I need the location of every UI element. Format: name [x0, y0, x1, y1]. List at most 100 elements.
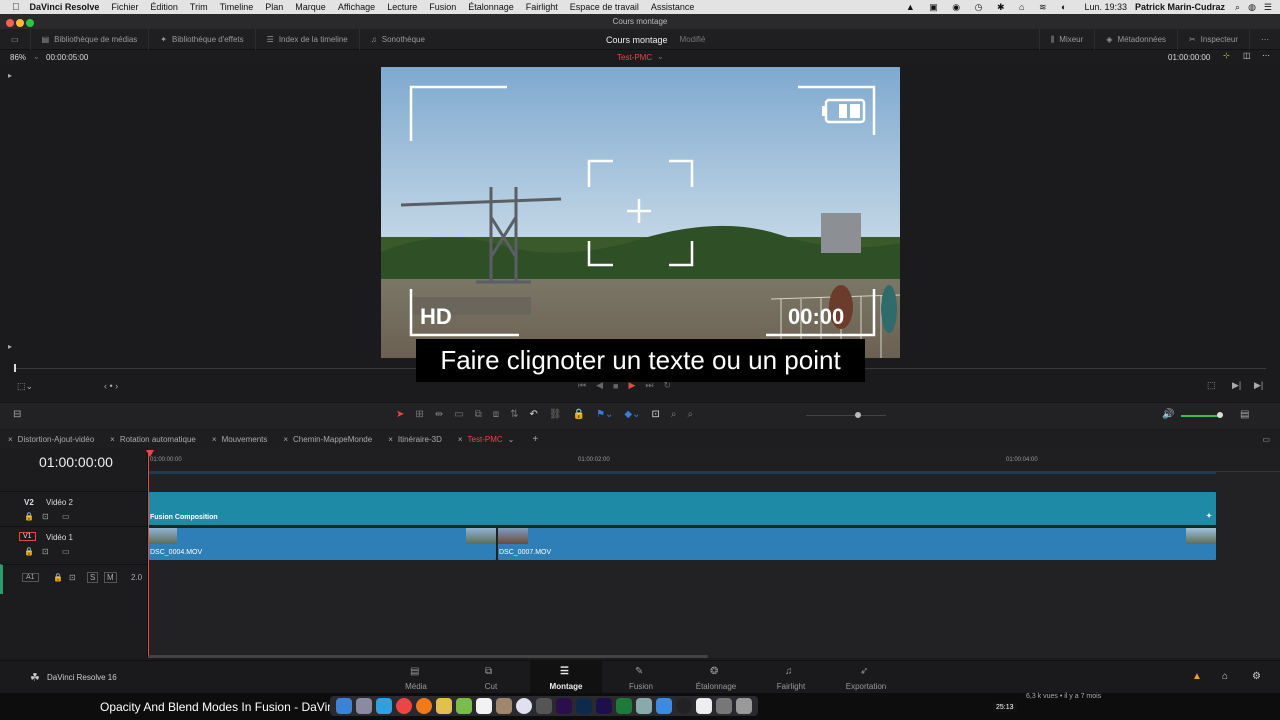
- menu-assistance[interactable]: Assistance: [651, 2, 695, 12]
- blade-tool-icon[interactable]: ▭: [454, 409, 463, 420]
- home-icon[interactable]: ⌂: [1222, 671, 1228, 682]
- apple-icon[interactable]: : [12, 2, 20, 13]
- app-store-icon[interactable]: [656, 698, 672, 714]
- photoshop-icon[interactable]: [576, 698, 592, 714]
- launchpad-icon[interactable]: [356, 698, 372, 714]
- video-clip[interactable]: DSC_0007.MOV: [498, 528, 1216, 560]
- finder-icon[interactable]: [336, 698, 352, 714]
- tab-test-pmc[interactable]: × Test-PMC ⌄: [450, 430, 523, 448]
- close-tab-icon[interactable]: ×: [458, 435, 463, 444]
- marker-icon[interactable]: ◆⌄: [624, 409, 640, 420]
- page-fusion[interactable]: ✎ Fusion: [621, 661, 661, 694]
- track-header-v2[interactable]: V2 Vidéo 2 🔒 ⊡ ▭: [0, 491, 148, 525]
- after-effects-icon[interactable]: [596, 698, 612, 714]
- tab-chemin-mappemonde[interactable]: × Chemin-MappeMonde: [275, 430, 380, 448]
- davinci-dock-icon[interactable]: [536, 698, 552, 714]
- fusion-composition-clip[interactable]: Fusion Composition ✦: [149, 492, 1216, 525]
- track-lock-icon[interactable]: 🔒: [24, 547, 34, 556]
- add-tab-icon[interactable]: +: [532, 434, 538, 445]
- menu-edition[interactable]: Édition: [150, 2, 178, 12]
- menu-fusion[interactable]: Fusion: [429, 2, 456, 12]
- menu-trim[interactable]: Trim: [190, 2, 208, 12]
- tab-distortion-ajout-video[interactable]: × Distortion-Ajout-vidéo: [0, 430, 102, 448]
- itunes-icon[interactable]: [516, 698, 532, 714]
- effects-library-button[interactable]: ✦ Bibliothèque d'effets: [149, 28, 256, 50]
- auto-select-icon[interactable]: ⊡: [42, 547, 49, 556]
- metadata-button[interactable]: ◈ Métadonnées: [1095, 29, 1178, 50]
- excel-icon[interactable]: [616, 698, 632, 714]
- timeline-chevron-icon[interactable]: ⌄: [657, 52, 664, 61]
- zoom-full-icon[interactable]: ⊡: [652, 409, 660, 420]
- volume-slider[interactable]: [1181, 415, 1219, 417]
- notes-icon[interactable]: [436, 698, 452, 714]
- zoom-slider-handle[interactable]: [855, 412, 861, 418]
- close-tab-icon[interactable]: ×: [388, 435, 393, 444]
- page-cut[interactable]: ⧉ Cut: [471, 661, 511, 694]
- page-edit[interactable]: ☰ Montage: [530, 661, 602, 694]
- menu-etalonnage[interactable]: Étalonnage: [468, 2, 514, 12]
- minimize-window-icon[interactable]: [16, 19, 25, 27]
- left-panel-toggle-icon[interactable]: ▸: [8, 71, 12, 80]
- close-window-icon[interactable]: [6, 19, 14, 27]
- scrubber-playhead[interactable]: [14, 364, 16, 372]
- track-header-v1[interactable]: V1 Vidéo 1 🔒 ⊡ ▭: [0, 526, 148, 560]
- snapping-icon[interactable]: ↶: [530, 409, 538, 420]
- track-header-a1[interactable]: A1 🔒 ⊡ S M 2.0: [0, 564, 148, 594]
- viewer-options-icon[interactable]: ⋯: [1262, 51, 1270, 60]
- split-view-icon[interactable]: ◫: [1243, 51, 1251, 60]
- tab-chevron-icon[interactable]: ⌄: [508, 435, 515, 444]
- menu-timeline[interactable]: Timeline: [220, 2, 254, 12]
- page-deliver[interactable]: ➶ Exportation: [840, 661, 892, 694]
- media-pool-button[interactable]: ▤ Bibliothèque de médias: [31, 28, 150, 50]
- system-prefs-icon[interactable]: [716, 698, 732, 714]
- zoom-chevron-icon[interactable]: ⌄: [33, 52, 40, 61]
- auto-select-icon[interactable]: ⊡: [69, 573, 76, 582]
- menu-plan[interactable]: Plan: [265, 2, 283, 12]
- volume-handle[interactable]: [1217, 412, 1223, 418]
- zoom-level[interactable]: 86%: [10, 53, 26, 62]
- track-name[interactable]: Vidéo 1: [46, 533, 73, 542]
- menu-affichage[interactable]: Affichage: [338, 2, 375, 12]
- last-frame-icon[interactable]: ▶|: [1254, 380, 1263, 391]
- mixer-button[interactable]: ⫼ Mixeur: [1038, 29, 1096, 50]
- video-clip[interactable]: DSC_0004.MOV: [149, 528, 496, 560]
- track-name[interactable]: Vidéo 2: [46, 498, 73, 507]
- page-fairlight[interactable]: ♫ Fairlight: [771, 661, 811, 694]
- video-title[interactable]: Opacity And Blend Modes In Fusion - DaVi…: [100, 700, 343, 714]
- status-icons[interactable]: ▲ ▣ ◉ ◷ ✱ ⌂ ≋ ◐: [906, 2, 1073, 13]
- track-visibility-icon[interactable]: ▭: [62, 512, 70, 521]
- auto-select-icon[interactable]: ⊡: [42, 512, 49, 521]
- timeline-view-options-icon[interactable]: ⊟: [13, 409, 21, 420]
- menu-marque[interactable]: Marque: [295, 2, 326, 12]
- timeline-name[interactable]: Test-PMC: [617, 53, 652, 62]
- zoom-window-icon[interactable]: [26, 19, 35, 27]
- page-media[interactable]: ▤ Média: [396, 661, 436, 694]
- tab-mouvements[interactable]: × Mouvements: [204, 430, 275, 448]
- timeline-index-button[interactable]: ☰ Index de la timeline: [256, 28, 360, 50]
- selection-tool-icon[interactable]: ➤: [396, 409, 404, 420]
- app-menu[interactable]: DaVinci Resolve: [30, 2, 100, 12]
- more-options-icon[interactable]: ⋯: [1250, 29, 1280, 50]
- inspector-button[interactable]: ✂ Inspecteur: [1178, 29, 1250, 50]
- settings-gear-icon[interactable]: ⚙: [1252, 671, 1261, 682]
- spotlight-icon[interactable]: ⌕: [1235, 2, 1240, 13]
- replace-clip-icon[interactable]: ⇅: [510, 409, 518, 420]
- lock-icon[interactable]: 🔒: [573, 409, 585, 420]
- trash-icon[interactable]: [736, 698, 752, 714]
- viewer-mode-icon[interactable]: ⬚⌄: [17, 381, 33, 392]
- close-tab-icon[interactable]: ×: [212, 435, 217, 444]
- zoom-custom-icon[interactable]: ⌕: [688, 409, 694, 420]
- contacts-icon[interactable]: [496, 698, 512, 714]
- chrome-icon[interactable]: [396, 698, 412, 714]
- menu-fichier[interactable]: Fichier: [111, 2, 138, 12]
- track-visibility-icon[interactable]: ▭: [62, 547, 70, 556]
- menubar-clock[interactable]: Lun. 19:33: [1084, 2, 1127, 12]
- trim-tool-icon[interactable]: ⊞: [415, 409, 423, 420]
- audio-meter-icon[interactable]: ▤: [1240, 409, 1249, 420]
- mute-button[interactable]: M: [104, 572, 117, 583]
- link-icon[interactable]: ⛓: [549, 409, 562, 420]
- layout-toggle-icon[interactable]: ▭: [0, 28, 31, 50]
- timeline-area[interactable]: 01:00:00:00 01:00:02:00 01:00:04:00 Fusi…: [146, 448, 1280, 658]
- premiere-icon[interactable]: [556, 698, 572, 714]
- firefox-icon[interactable]: [416, 698, 432, 714]
